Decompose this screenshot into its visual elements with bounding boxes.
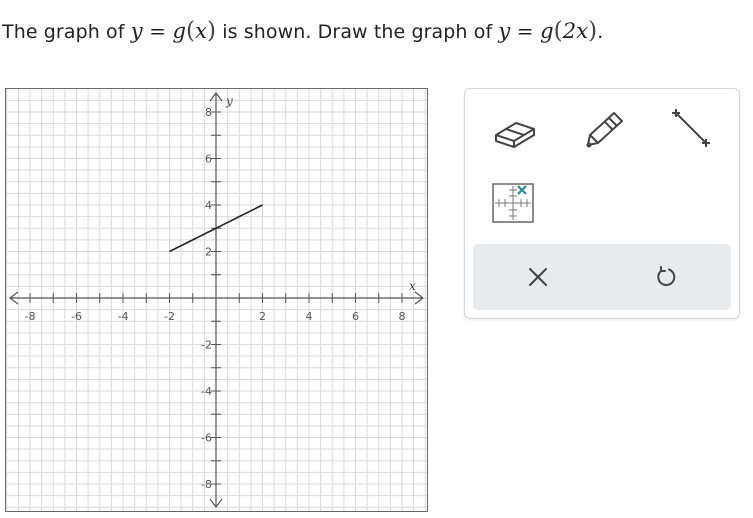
math-paren: (	[553, 18, 563, 44]
action-bar	[473, 244, 731, 310]
math-var: x	[195, 19, 208, 43]
math-func: g	[540, 19, 554, 43]
graphing-toolbox	[464, 88, 740, 319]
math-op: =	[142, 19, 173, 43]
math-var: y	[130, 19, 143, 43]
y-tick-label: 8	[205, 106, 212, 119]
math-paren: (	[185, 18, 196, 44]
x-tick-label: -2	[164, 310, 175, 323]
undo-icon	[657, 266, 676, 286]
x-axis-label: x	[409, 279, 416, 293]
eraser-icon	[495, 122, 535, 148]
math-arg: 2x	[562, 19, 589, 43]
y-tick-label: -4	[201, 385, 212, 398]
x-tick-label: 8	[399, 310, 406, 323]
y-tick-label: 2	[205, 246, 212, 259]
undo-button[interactable]	[651, 262, 681, 292]
prompt-text: is shown. Draw the graph of	[216, 21, 499, 43]
line-segment-icon	[672, 109, 710, 147]
math-func: g	[172, 19, 186, 43]
point-grid-icon	[492, 183, 534, 223]
point-grid-tool[interactable]	[489, 181, 537, 225]
math-paren: )	[588, 18, 598, 44]
y-tick-label: -8	[201, 478, 212, 491]
math-paren: )	[207, 18, 217, 44]
x-tick-label: -8	[25, 310, 36, 323]
x-tick-label: -4	[118, 310, 129, 323]
x-tick-label: -6	[71, 310, 82, 323]
y-tick-label: 4	[205, 199, 212, 212]
coordinate-plane[interactable]: -8 -6 -4 -2 2 4 6 8 8 6 4 2 -2 -4 -6 -8 x y	[6, 89, 427, 511]
prompt-text: .	[597, 21, 604, 43]
y-tick-label: -6	[201, 432, 212, 445]
x-tick-label: 2	[259, 310, 266, 323]
x-tick-label: 6	[352, 310, 359, 323]
x-icon	[529, 268, 547, 286]
line-segment-tool[interactable]	[663, 103, 719, 153]
y-axis-label: y	[225, 94, 233, 108]
problem-prompt: The graph of y = g(x) is shown. Draw the…	[2, 18, 603, 44]
graph-canvas[interactable]: -8 -6 -4 -2 2 4 6 8 8 6 4 2 -2 -4 -6 -8 x y	[5, 88, 428, 512]
y-tick-label: -2	[201, 339, 212, 352]
eraser-tool[interactable]	[487, 109, 543, 153]
math-op: =	[510, 19, 541, 43]
x-tick-label: 4	[306, 310, 313, 323]
pencil-icon	[586, 112, 623, 148]
clear-button[interactable]	[523, 262, 553, 292]
pencil-tool[interactable]	[575, 103, 631, 153]
y-tick-label: 6	[205, 153, 212, 166]
math-var: y	[498, 19, 511, 43]
prompt-text: The graph of	[2, 21, 131, 43]
